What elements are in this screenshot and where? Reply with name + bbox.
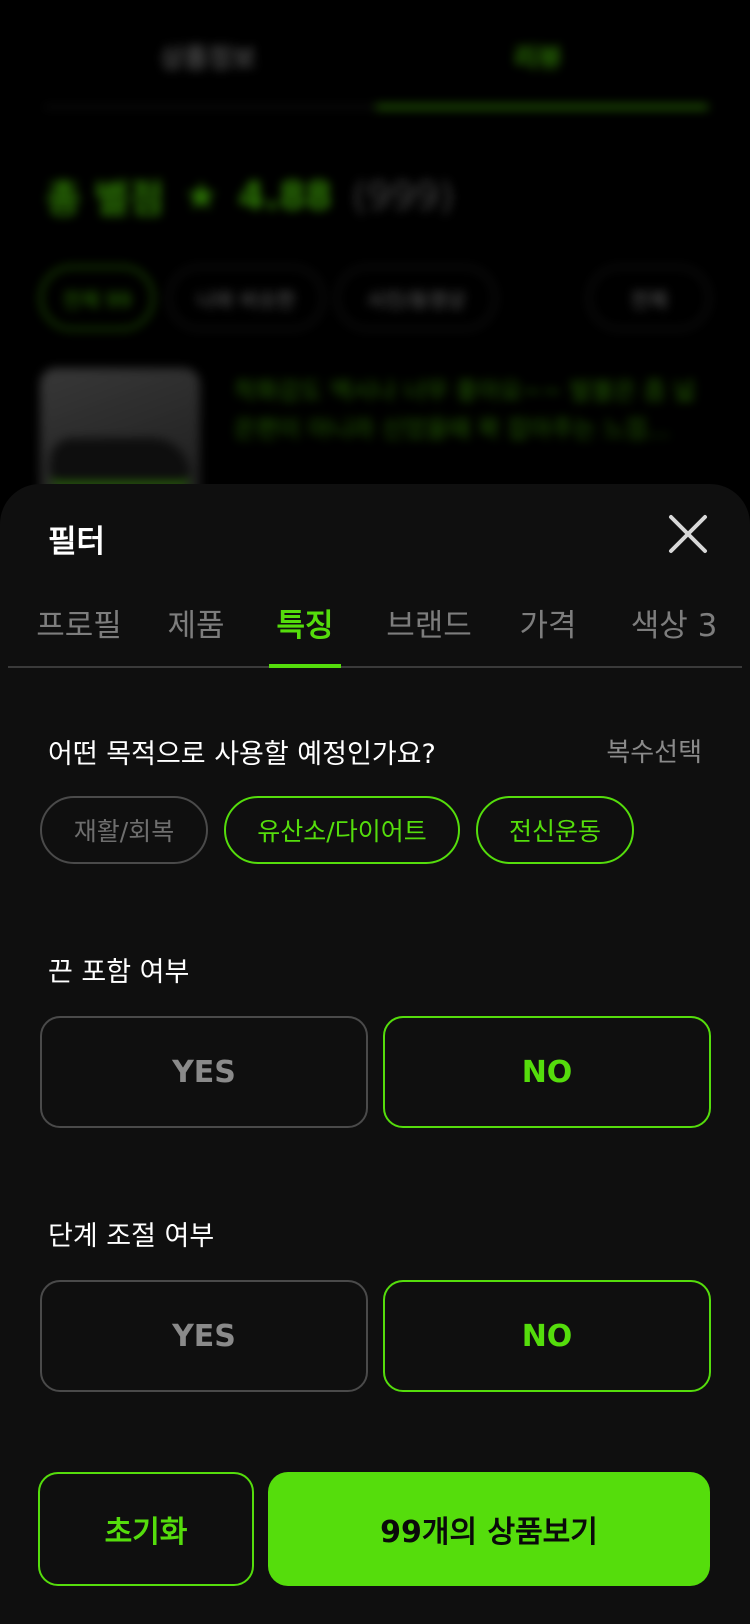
chip-fullbody[interactable]: 전신운동 (476, 796, 634, 864)
bg-rating-label: 총 별점 (46, 177, 165, 221)
chip-cardio[interactable]: 유산소/다이어트 (224, 796, 460, 864)
bg-tab-bar: 상품정보 리뷰 (44, 0, 708, 112)
bg-tab-product-info: 상품정보 (160, 44, 256, 74)
filter-tabs: 프로필 제품 특징 브랜드 가격 색상 3 (8, 590, 742, 668)
bg-chip-all: 전체 99 (40, 266, 154, 330)
reset-button[interactable]: 초기화 (38, 1472, 254, 1586)
tab-color[interactable]: 색상 3 (614, 590, 734, 668)
strap-yes-button[interactable]: YES (40, 1016, 368, 1128)
view-products-button[interactable]: 99개의 상품보기 (268, 1472, 710, 1586)
tab-brand[interactable]: 브랜드 (372, 590, 486, 668)
tab-profile[interactable]: 프로필 (22, 590, 136, 668)
level-question: 단계 조절 여부 (48, 1221, 215, 1252)
active-tab-indicator (269, 664, 341, 668)
level-no-button[interactable]: NO (383, 1280, 711, 1392)
star-icon: ★ (184, 173, 219, 218)
bg-chip-media: 사진/동영상 (336, 266, 496, 330)
close-icon (669, 515, 707, 553)
tab-product[interactable]: 제품 (158, 590, 234, 668)
bg-rating-score: 4.88 (238, 173, 332, 218)
purpose-question: 어떤 목적으로 사용할 예정인가요? (48, 739, 436, 770)
bg-tab-reviews: 리뷰 (514, 44, 562, 74)
level-yes-button[interactable]: YES (40, 1280, 368, 1392)
filter-sheet: 필터 프로필 제품 특징 브랜드 가격 색상 3 어떤 목적으로 사용할 예정인… (0, 484, 750, 1624)
shoe-image (50, 438, 190, 488)
bg-chip-similar: 나와 비슷한 (168, 266, 324, 330)
strap-no-button[interactable]: NO (383, 1016, 711, 1128)
bg-review-text: 착화감도 엑시나 너무 좋아요~~ 발볼은 좀 넓은편이 아니라 신었을때 꽉 … (234, 377, 696, 443)
tab-price[interactable]: 가격 (510, 590, 586, 668)
bg-tab-active-indicator (376, 105, 708, 109)
bg-chip-sort: 전체 (588, 266, 710, 330)
bg-rating-count: (999) (351, 173, 455, 218)
sheet-title: 필터 (48, 524, 106, 560)
bg-review-filters: 전체 99 나와 비슷한 사진/동영상 전체 (40, 266, 710, 330)
multi-select-hint: 복수선택 (606, 738, 702, 768)
close-button[interactable] (662, 508, 714, 560)
bg-rating-summary: 총 별점 ★ 4.88 (999) (46, 168, 454, 223)
background-page: 상품정보 리뷰 총 별점 ★ 4.88 (999) 전체 99 나와 비슷한 사… (0, 0, 750, 560)
chip-rehab[interactable]: 재활/회복 (40, 796, 208, 864)
screen: 상품정보 리뷰 총 별점 ★ 4.88 (999) 전체 99 나와 비슷한 사… (0, 0, 750, 1624)
tab-features[interactable]: 특징 (266, 590, 344, 668)
strap-question: 끈 포함 여부 (48, 957, 190, 988)
